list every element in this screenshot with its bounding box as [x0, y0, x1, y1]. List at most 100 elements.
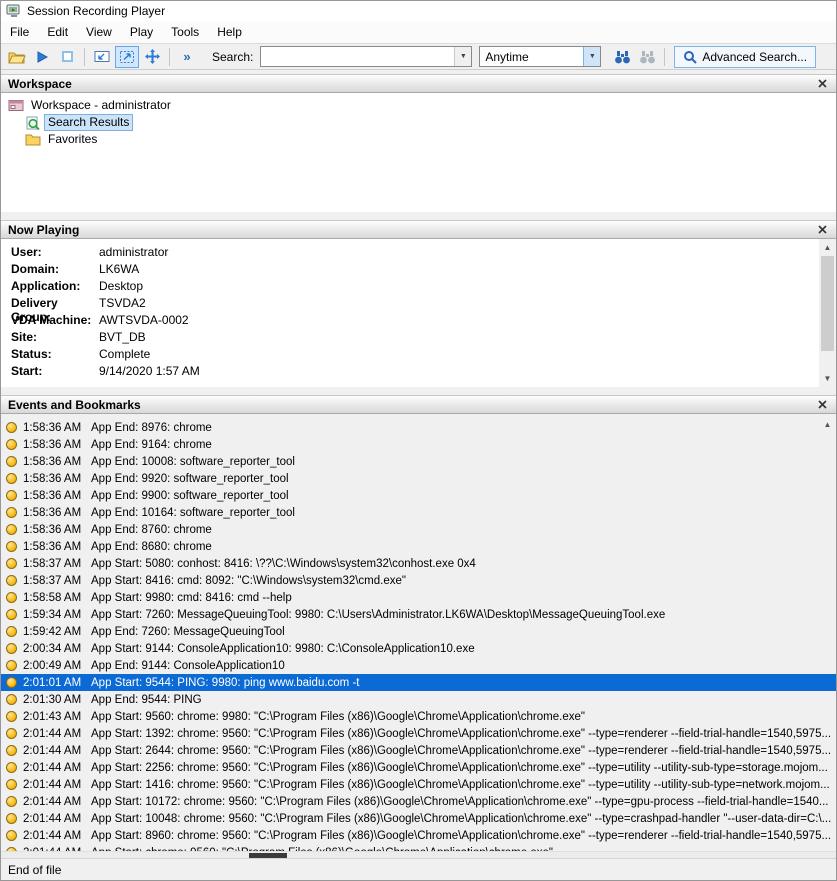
event-row[interactable]: 1:58:37 AM App Start: 5080: conhost: 841… — [1, 555, 836, 572]
event-row[interactable]: 2:01:44 AM App Start: 1416: chrome: 9560… — [1, 776, 836, 793]
events-horizontal-scrollbar[interactable] — [1, 851, 836, 858]
event-row[interactable]: 2:01:44 AM App Start: 10172: chrome: 956… — [1, 793, 836, 810]
event-dot-icon — [6, 796, 17, 807]
now-playing-field-row: Status: Complete — [11, 347, 836, 364]
menu-item[interactable]: Edit — [38, 21, 77, 43]
event-dot-icon — [6, 694, 17, 705]
search-combobox[interactable]: ▼ — [260, 46, 472, 67]
search-label: Search: — [212, 50, 253, 64]
tree-item-favorites[interactable]: Favorites — [8, 131, 836, 148]
now-playing-field-row: Domain: LK6WA — [11, 262, 836, 279]
close-icon[interactable] — [815, 77, 829, 91]
search-results-icon — [25, 116, 40, 130]
event-time: 2:00:34 AM — [23, 643, 91, 655]
menu-item[interactable]: Play — [121, 21, 162, 43]
open-file-button[interactable] — [5, 46, 29, 68]
event-row[interactable]: 2:01:44 AM App Start: 10048: chrome: 956… — [1, 810, 836, 827]
search-binoculars-button[interactable] — [610, 46, 634, 68]
event-dot-icon — [6, 711, 17, 722]
now-playing-scrollbar[interactable]: ▲ ▼ — [819, 239, 836, 387]
chevron-down-icon[interactable]: ▼ — [454, 47, 471, 66]
scroll-up-icon[interactable]: ▲ — [819, 416, 836, 433]
event-dot-icon — [6, 541, 17, 552]
event-row[interactable]: 2:01:44 AM App Start: chrome: 9560: "C:\… — [1, 844, 836, 851]
menu-item[interactable]: File — [1, 21, 38, 43]
menu-item[interactable]: Help — [208, 21, 251, 43]
event-row[interactable]: 2:01:30 AM App End: 9544: PING — [1, 691, 836, 708]
event-row[interactable]: 2:01:44 AM App Start: 2644: chrome: 9560… — [1, 742, 836, 759]
event-time: 1:58:58 AM — [23, 592, 91, 604]
events-list-container: 1:58:36 AM App End: 8976: chrome 1:58:36… — [1, 414, 836, 851]
event-row[interactable]: 2:01:44 AM App Start: 2256: chrome: 9560… — [1, 759, 836, 776]
now-playing-fields: User: administrator Domain: LK6WA Applic… — [11, 245, 836, 381]
stop-button[interactable] — [55, 46, 79, 68]
event-text: App End: 8760: chrome — [91, 524, 212, 536]
close-icon[interactable] — [815, 223, 829, 237]
event-time: 2:01:43 AM — [23, 711, 91, 723]
field-value: Complete — [99, 347, 150, 364]
event-row[interactable]: 2:00:49 AM App End: 9144: ConsoleApplica… — [1, 657, 836, 674]
event-dot-icon — [6, 626, 17, 637]
event-row[interactable]: 2:01:43 AM App Start: 9560: chrome: 9980… — [1, 708, 836, 725]
event-time: 1:58:36 AM — [23, 507, 91, 519]
event-row[interactable]: 2:01:01 AM App Start: 9544: PING: 9980: … — [1, 674, 836, 691]
event-row[interactable]: 2:01:44 AM App Start: 1392: chrome: 9560… — [1, 725, 836, 742]
event-dot-icon — [6, 592, 17, 603]
event-time: 2:01:44 AM — [23, 830, 91, 842]
event-row[interactable]: 1:58:36 AM App End: 10164: software_repo… — [1, 504, 836, 521]
event-dot-icon — [6, 507, 17, 518]
search-next-binoculars-button[interactable] — [635, 46, 659, 68]
event-row[interactable]: 1:59:42 AM App End: 7260: MessageQueuing… — [1, 623, 836, 640]
event-text: App Start: 9560: chrome: 9980: "C:\Progr… — [91, 711, 585, 723]
event-dot-icon — [6, 813, 17, 824]
scroll-down-icon[interactable]: ▼ — [819, 370, 836, 387]
event-dot-icon — [6, 524, 17, 535]
event-dot-icon — [6, 762, 17, 773]
now-playing-field-row: Delivery Group: TSVDA2 — [11, 296, 836, 313]
field-value: 9/14/2020 1:57 AM — [99, 364, 200, 381]
event-row[interactable]: 1:58:36 AM App End: 9164: chrome — [1, 436, 836, 453]
event-row[interactable]: 1:58:36 AM App End: 9900: software_repor… — [1, 487, 836, 504]
event-time: 1:59:42 AM — [23, 626, 91, 638]
advanced-search-button[interactable]: Advanced Search... — [674, 46, 816, 68]
event-dot-icon — [6, 558, 17, 569]
scroll-up-icon[interactable]: ▲ — [819, 239, 836, 256]
event-row[interactable]: 1:58:36 AM App End: 8976: chrome — [1, 419, 836, 436]
event-row[interactable]: 2:00:34 AM App Start: 9144: ConsoleAppli… — [1, 640, 836, 657]
tree-label: Favorites — [45, 132, 100, 147]
field-label: Domain: — [11, 262, 99, 279]
workspace-panel-title: Workspace — [8, 77, 815, 91]
play-button[interactable] — [30, 46, 54, 68]
scrollbar-thumb[interactable] — [821, 256, 834, 351]
workspace-panel: Workspace Workspace - administrator — [1, 74, 836, 212]
event-row[interactable]: 1:58:36 AM App End: 10008: software_repo… — [1, 453, 836, 470]
event-dot-icon — [6, 677, 17, 688]
chevron-down-icon[interactable]: ▼ — [583, 47, 600, 66]
event-time: 2:01:44 AM — [23, 813, 91, 825]
event-row[interactable]: 1:58:36 AM App End: 8760: chrome — [1, 521, 836, 538]
event-row[interactable]: 1:58:36 AM App End: 8680: chrome — [1, 538, 836, 555]
now-playing-field-row: Start: 9/14/2020 1:57 AM — [11, 364, 836, 381]
time-filter-dropdown[interactable]: Anytime ▼ — [479, 46, 601, 67]
event-row[interactable]: 1:58:58 AM App Start: 9980: cmd: 8416: c… — [1, 589, 836, 606]
scrollbar-thumb[interactable] — [249, 853, 287, 858]
field-label: User: — [11, 245, 99, 262]
toolbar-overflow-chevron[interactable]: » — [175, 46, 199, 68]
close-icon[interactable] — [815, 398, 829, 412]
event-row[interactable]: 2:01:44 AM App Start: 8960: chrome: 9560… — [1, 827, 836, 844]
event-row[interactable]: 1:58:37 AM App Start: 8416: cmd: 8092: "… — [1, 572, 836, 589]
menu-item[interactable]: Tools — [162, 21, 208, 43]
event-row[interactable]: 1:58:36 AM App End: 9920: software_repor… — [1, 470, 836, 487]
pan-button[interactable] — [140, 46, 164, 68]
event-row[interactable]: 1:59:34 AM App Start: 7260: MessageQueui… — [1, 606, 836, 623]
event-time: 1:58:36 AM — [23, 456, 91, 468]
search-input[interactable] — [261, 47, 454, 66]
menu-item[interactable]: View — [77, 21, 121, 43]
tree-item-search-results[interactable]: Search Results — [8, 114, 836, 131]
event-text: App Start: 9980: cmd: 8416: cmd --help — [91, 592, 292, 604]
fit-window-button[interactable] — [90, 46, 114, 68]
event-dot-icon — [6, 728, 17, 739]
scale-to-fit-button[interactable] — [115, 46, 139, 68]
tree-item-workspace-root[interactable]: Workspace - administrator — [8, 97, 836, 114]
scrollbar-track[interactable] — [819, 256, 836, 370]
